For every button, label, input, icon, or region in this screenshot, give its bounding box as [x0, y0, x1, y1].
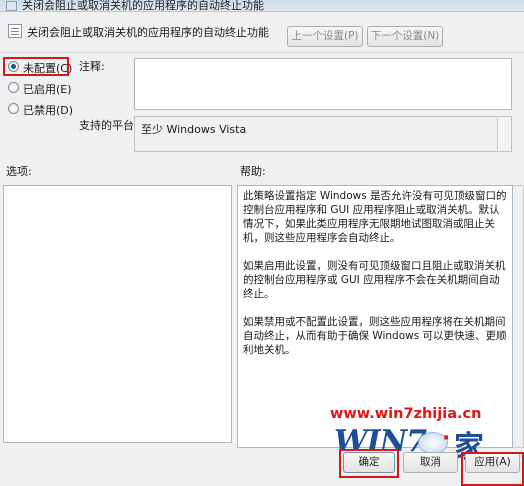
- platform-scrollbar[interactable]: [497, 117, 511, 151]
- window-icon: [6, 1, 17, 11]
- radio-enabled-button[interactable]: [8, 82, 19, 93]
- options-panel: [3, 185, 232, 443]
- cancel-button[interactable]: 取消: [403, 452, 458, 473]
- window-title-bar: 关闭会阻止或取消关机的应用程序的自动终止功能: [0, 0, 524, 12]
- radio-disabled-button[interactable]: [8, 103, 19, 114]
- next-setting-button[interactable]: 下一个设置(N): [367, 26, 443, 47]
- help-label: 帮助:: [240, 165, 266, 178]
- ok-button-highlight: [339, 449, 399, 478]
- help-scrollbar[interactable]: [513, 185, 524, 448]
- policy-setting-icon: [8, 24, 22, 38]
- radio-enabled[interactable]: 已启用(E): [8, 80, 72, 96]
- header-divider: [0, 52, 524, 53]
- radio-not-configured[interactable]: 未配置(C): [8, 59, 72, 75]
- watermark-url: www.win7zhijia.cn: [330, 406, 482, 422]
- platform-field: 至少 Windows Vista: [134, 116, 512, 152]
- apply-button-highlight: [461, 452, 524, 486]
- radio-disabled-label: 已禁用(D): [23, 104, 74, 117]
- help-paragraph: 如果启用此设置，则没有可见顶级窗口且阻止或取消关机的控制台应用程序或 GUI 应…: [243, 260, 506, 300]
- radio-not-configured-button[interactable]: [8, 61, 19, 72]
- comment-label: 注释:: [79, 60, 105, 73]
- policy-title: 关闭会阻止或取消关机的应用程序的自动终止功能: [27, 26, 269, 39]
- previous-setting-button[interactable]: 上一个设置(P): [287, 26, 363, 47]
- help-paragraph: 此策略设置指定 Windows 是否允许没有可见顶级窗口的控制台应用程序和 GU…: [243, 190, 507, 244]
- window-title: 关闭会阻止或取消关机的应用程序的自动终止功能: [22, 0, 264, 12]
- comment-textarea[interactable]: [134, 58, 512, 110]
- watermark-dot-icon: ·: [442, 426, 451, 451]
- radio-disabled[interactable]: 已禁用(D): [8, 101, 73, 117]
- options-label: 选项:: [6, 165, 32, 178]
- radio-enabled-label: 已启用(E): [23, 83, 72, 96]
- radio-not-configured-label: 未配置(C): [23, 62, 73, 75]
- platform-value: 至少 Windows Vista: [141, 123, 247, 136]
- help-paragraph: 如果禁用或不配置此设置，则这些应用程序将在关机期间自动终止，从而有助于确保 Wi…: [243, 316, 507, 356]
- platform-label: 支持的平台:: [79, 119, 138, 132]
